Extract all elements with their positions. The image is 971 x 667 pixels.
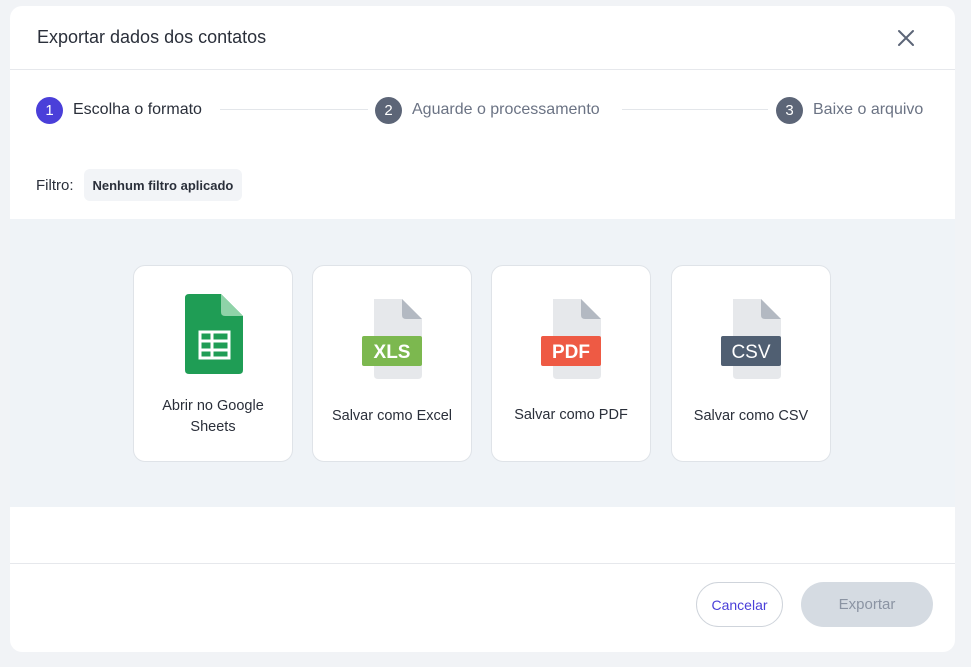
step-number: 3 (776, 96, 803, 124)
filter-chip: Nenhum filtro aplicado (83, 169, 243, 201)
pdf-file-icon: PDF (492, 299, 652, 381)
step-connector (622, 109, 768, 110)
format-card-csv[interactable]: CSV Salvar como CSV (671, 265, 831, 462)
modal-header: Exportar dados dos contatos (10, 6, 955, 70)
format-card-excel[interactable]: XLS Salvar como Excel (312, 265, 472, 462)
google-sheets-icon (134, 294, 294, 376)
modal-title: Exportar dados dos contatos (37, 27, 267, 47)
step-label: Escolha o formato (73, 101, 202, 118)
pdf-badge-text: PDF (552, 342, 590, 363)
step-label: Aguarde o processamento (412, 101, 600, 118)
filter-row: Filtro: Nenhum filtro aplicado (36, 169, 243, 201)
csv-badge-text: CSV (731, 342, 770, 363)
cancel-button[interactable]: Cancelar (696, 582, 783, 627)
export-button[interactable]: Exportar (801, 582, 933, 627)
format-label: Salvar como PDF (514, 407, 628, 423)
step-1: 1 Escolha o formato (36, 94, 202, 126)
step-number: 1 (36, 96, 63, 124)
format-label: Salvar como CSV (693, 408, 809, 424)
close-icon[interactable] (894, 26, 918, 50)
format-label: Salvar como Excel (331, 408, 453, 424)
stepper: 1 Escolha o formato 2 Aguarde o processa… (10, 94, 955, 126)
format-card-google-sheets[interactable]: Abrir no Google Sheets (133, 265, 293, 462)
xls-file-icon: XLS (313, 299, 473, 381)
csv-file-icon: CSV (672, 299, 832, 381)
xls-badge-text: XLS (374, 342, 411, 363)
format-panel: Abrir no Google Sheets XLS Salvar como E… (10, 219, 955, 507)
footer-divider (10, 563, 955, 564)
step-label: Baixe o arquivo (813, 101, 924, 118)
export-modal: Exportar dados dos contatos 1 Escolha o … (10, 6, 955, 652)
format-label: Abrir no Google Sheets (162, 398, 264, 435)
step-connector (220, 109, 368, 110)
step-number: 2 (375, 96, 402, 124)
step-3: 3 Baixe o arquivo (776, 94, 923, 126)
step-2: 2 Aguarde o processamento (375, 94, 600, 126)
format-card-pdf[interactable]: PDF Salvar como PDF (491, 265, 651, 462)
filter-label: Filtro: (36, 176, 74, 194)
